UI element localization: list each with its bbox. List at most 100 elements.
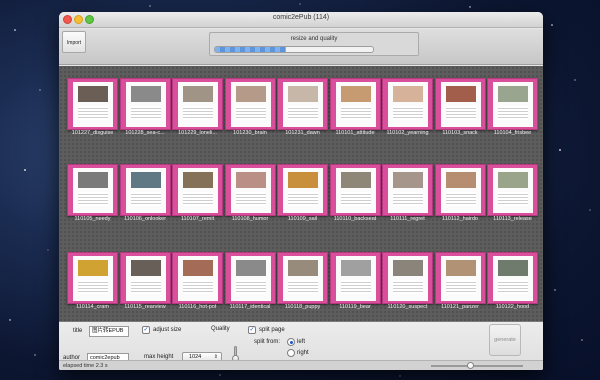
zoom-slider-knob[interactable] (467, 362, 474, 369)
comic-thumbnail[interactable]: 110113_release (487, 164, 538, 225)
thumbnail-text-lines (130, 106, 161, 120)
thumbnail-label: 110101_attitude (335, 130, 375, 136)
thumbnail-label: 101229_loneli... (178, 130, 217, 136)
thumbnail-image (498, 260, 528, 276)
thumbnail-image (78, 172, 108, 188)
thumbnail-frame (172, 252, 223, 304)
split-page-checkbox[interactable]: ✓ (248, 326, 256, 334)
thumbnail-text-lines (78, 106, 108, 120)
thumbnail-frame (382, 252, 433, 304)
comic-thumbnail[interactable]: 110102_yearning (382, 78, 433, 139)
thumbnail-text-lines (288, 192, 318, 206)
thumbnail-text-lines (498, 106, 528, 120)
thumbnail-text-lines (235, 192, 266, 206)
comic-thumbnail[interactable]: 110111_regret (382, 164, 433, 225)
comic-thumbnail[interactable]: 110119_bear (329, 252, 381, 313)
thumbnail-page (283, 82, 323, 127)
comic-thumbnail[interactable]: 110105_needy (67, 164, 118, 225)
thumbnail-text-lines (445, 280, 476, 294)
thumbnail-frame (487, 78, 538, 130)
thumbnail-image (393, 260, 423, 276)
comic-thumbnail[interactable]: 101230_brain (224, 78, 276, 139)
window-title: comic2ePub (114) (272, 14, 330, 21)
comic-thumbnail[interactable]: 110117_identical (224, 252, 276, 313)
thumbnail-label: 110102_yearning (386, 130, 429, 136)
split-left-label: left (297, 339, 306, 345)
thumbnail-label: 101231_dawn (285, 130, 320, 136)
comic-thumbnail[interactable]: 110115_rearview (119, 252, 171, 313)
progress-panel: resize and quality (209, 32, 419, 56)
thumbnail-image (393, 86, 423, 102)
thumbnail-frame (434, 78, 486, 130)
import-button[interactable]: Import (62, 31, 86, 53)
thumbnail-page (440, 256, 481, 301)
thumbnail-page (178, 168, 218, 213)
split-from-label: split from: (254, 339, 281, 345)
thumbnail-page (178, 256, 218, 301)
thumbnail-page (493, 82, 533, 127)
thumbnail-page (335, 256, 376, 301)
thumbnail-label: 110121_panzer (441, 304, 479, 310)
thumbnail-text-lines (393, 106, 423, 120)
thumbnail-page (73, 82, 113, 127)
split-left-radio[interactable] (287, 338, 295, 346)
comic-thumbnail[interactable]: 110107_remit (172, 164, 223, 225)
comic-thumbnail[interactable]: 110120_suspect (382, 252, 433, 313)
thumbnail-grid[interactable]: 101227_disguise 101228_sea-c... 101229_lon… (59, 66, 543, 322)
comic-thumbnail[interactable]: 101231_dawn (277, 78, 328, 139)
thumbnail-page (388, 256, 428, 301)
thumbnail-label: 110112_hairdo (442, 216, 478, 222)
comic-thumbnail[interactable]: 101229_loneli... (172, 78, 223, 139)
progress-fill (215, 47, 287, 52)
thumbnail-frame (119, 252, 171, 304)
thumbnail-label: 110111_regret (390, 216, 425, 222)
quality-label: Quality (211, 326, 230, 332)
thumbnail-page (335, 168, 376, 213)
thumbnail-text-lines (340, 192, 371, 206)
thumbnail-label: 101230_brain (233, 130, 267, 136)
thumbnail-text-lines (340, 106, 371, 120)
comic-thumbnail[interactable]: 110104_frisbee (487, 78, 538, 139)
thumbnail-label: 110119_bear (339, 304, 371, 310)
comic-thumbnail[interactable]: 110114_cram (67, 252, 118, 313)
adjust-size-checkbox[interactable]: ✓ (142, 326, 150, 334)
generate-button[interactable]: generate (489, 324, 521, 356)
title-field[interactable]: 图片转EPUB (89, 326, 129, 337)
thumbnail-page (440, 168, 481, 213)
comic-thumbnail[interactable]: 101228_sea-c... (119, 78, 171, 139)
split-right-label: right (297, 350, 309, 356)
thumbnail-text-lines (78, 192, 108, 206)
progress-bar (214, 46, 374, 53)
comic-thumbnail[interactable]: 110110_backseat (329, 164, 381, 225)
comic-thumbnail[interactable]: 110122_hood (487, 252, 538, 313)
thumbnail-frame (329, 78, 381, 130)
thumbnail-page (73, 168, 113, 213)
split-right-radio[interactable] (287, 349, 295, 357)
thumbnail-label: 110120_suspect (387, 304, 428, 310)
title-bar: comic2ePub (114) (59, 12, 543, 28)
thumbnail-image (445, 86, 476, 102)
comic-thumbnail[interactable]: 110106_onlooker (119, 164, 171, 225)
comic-thumbnail[interactable]: 110121_panzer (434, 252, 486, 313)
zoom-slider[interactable] (431, 365, 523, 367)
thumbnail-text-lines (445, 192, 476, 206)
thumbnail-image (78, 260, 108, 276)
comic-thumbnail[interactable]: 110103_snack (434, 78, 486, 139)
thumbnail-frame (434, 164, 486, 216)
thumbnail-label: 110107_remit (180, 216, 215, 222)
comic-thumbnail[interactable]: 110112_hairdo (434, 164, 486, 225)
comic-thumbnail[interactable]: 110118_puppy (277, 252, 328, 313)
comic-thumbnail[interactable]: 110109_sail (277, 164, 328, 225)
thumbnail-text-lines (130, 192, 161, 206)
comic-thumbnail[interactable]: 110101_attitude (329, 78, 381, 139)
thumbnail-image (498, 172, 528, 188)
thumbnail-frame (67, 164, 118, 216)
thumbnail-frame (382, 164, 433, 216)
thumbnail-frame (277, 164, 328, 216)
comic-thumbnail[interactable]: 101227_disguise (67, 78, 118, 139)
comic-thumbnail[interactable]: 110116_hot-pot (172, 252, 223, 313)
thumbnail-frame (224, 78, 276, 130)
thumbnail-image (445, 172, 476, 188)
thumbnail-page (125, 82, 166, 127)
comic-thumbnail[interactable]: 110108_humor (224, 164, 276, 225)
